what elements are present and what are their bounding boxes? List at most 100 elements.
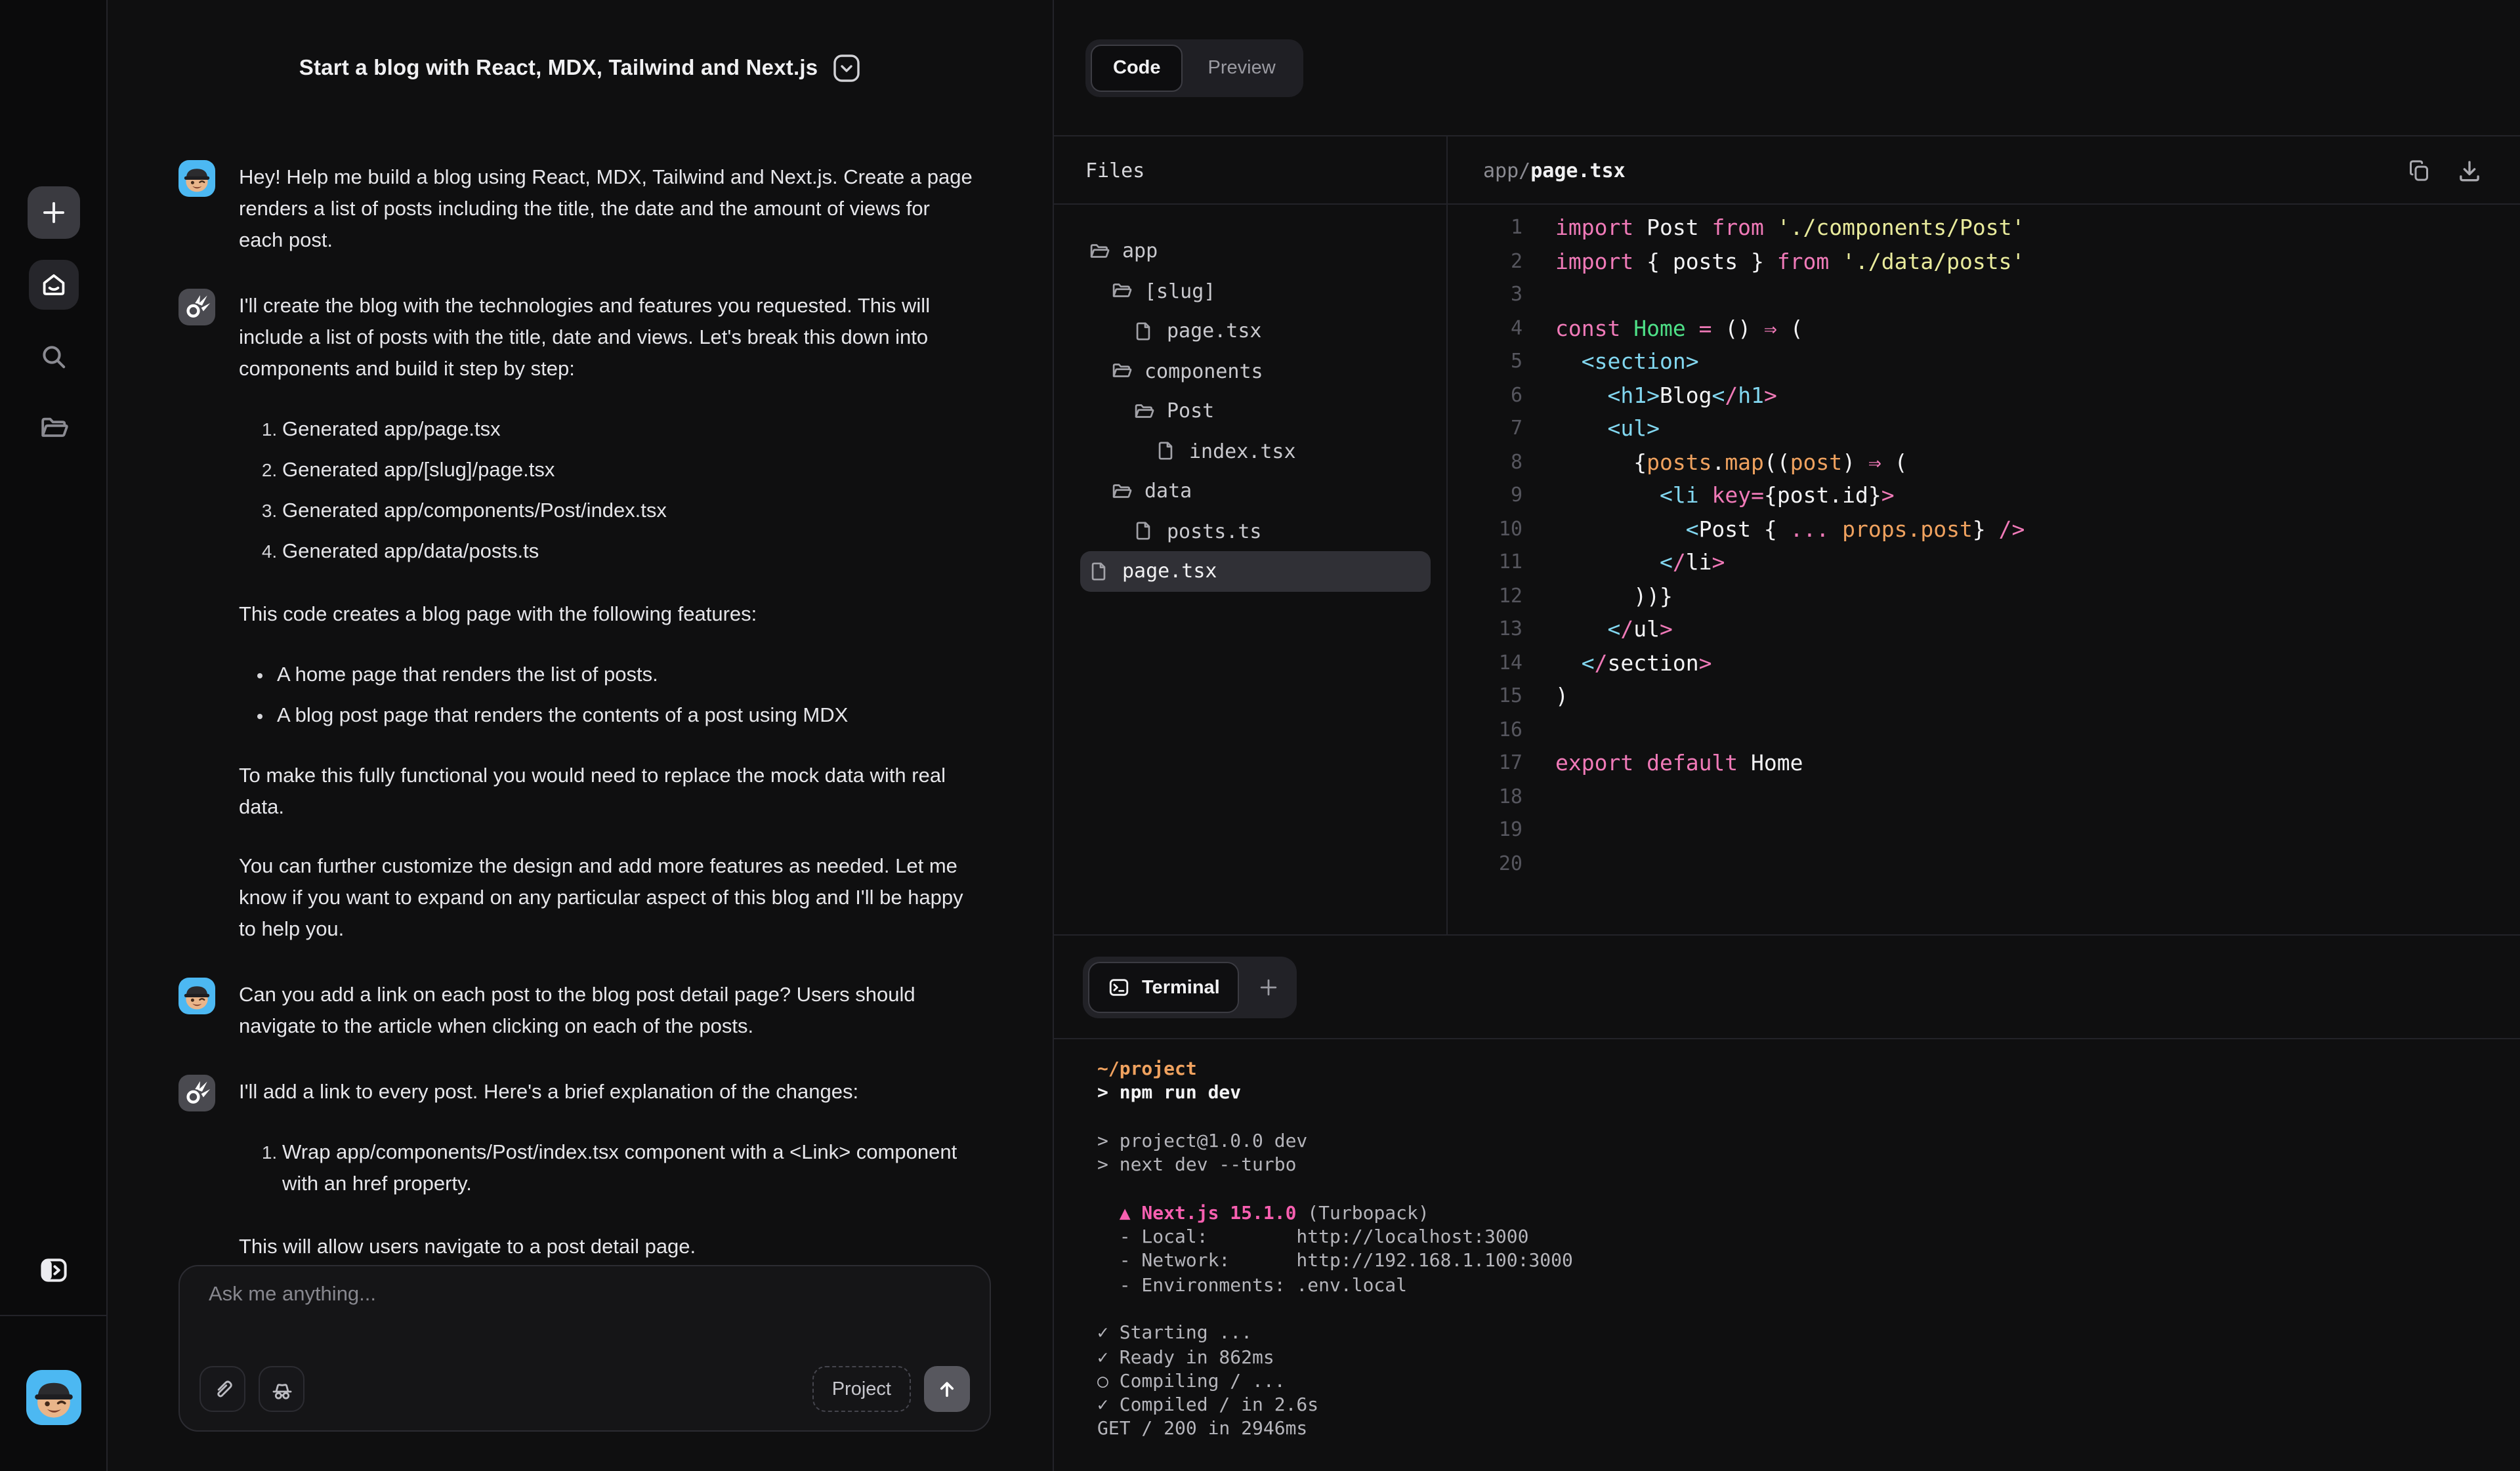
code-line: 15) (1446, 680, 2520, 713)
chevron-down-icon[interactable] (832, 52, 861, 84)
line-number: 16 (1446, 713, 1522, 747)
code-line: 5 <section> (1446, 345, 2520, 379)
tab-code[interactable]: Code (1091, 45, 1183, 92)
terminal-line: ✓ Ready in 862ms (1097, 1346, 2507, 1370)
code-line: 18 (1446, 780, 2520, 814)
terminal-line: ~/project (1097, 1058, 2507, 1082)
file-name: page.tsx (1167, 320, 1262, 343)
code-line: 9 <li key={post.id}> (1446, 479, 2520, 512)
code-editor[interactable]: 1import Post from './components/Post'2im… (1446, 205, 2520, 934)
message-paragraph: Hey! Help me build a blog using React, M… (239, 163, 974, 257)
agent-mode-button[interactable] (259, 1366, 304, 1412)
toggle-panel-button[interactable] (38, 1254, 70, 1286)
file-name: page.tsx (1122, 560, 1217, 583)
panel-toggle-icon (38, 1254, 70, 1286)
code-text: <h1>Blog</h1> (1522, 379, 1777, 412)
plus-icon (39, 198, 68, 227)
message-list: Hey! Help me build a blog using React, M… (108, 136, 1053, 1261)
download-icon (2456, 157, 2483, 184)
code-text: import Post from './components/Post' (1522, 211, 2025, 245)
code-line: 11 </li> (1446, 546, 2520, 579)
file-tree-item-index-tsx[interactable]: index.tsx (1080, 431, 1431, 471)
code-line: 1import Post from './components/Post' (1446, 211, 2520, 245)
new-chat-button[interactable] (28, 186, 80, 239)
code-text: {posts.map((post) ⇒ ( (1522, 445, 1908, 479)
file-tree-item-components[interactable]: components (1080, 351, 1431, 391)
assistant-avatar (178, 289, 215, 325)
code-text: </li> (1522, 546, 1725, 579)
terminal-output[interactable]: ~/project> npm run dev > project@1.0.0 d… (1097, 1058, 2507, 1471)
file-tree-item-post[interactable]: Post (1080, 391, 1431, 431)
line-number: 13 (1446, 613, 1522, 646)
file-tree-item--slug-[interactable]: [slug] (1080, 271, 1431, 311)
terminal-tabs: Terminal (1083, 957, 1297, 1018)
projects-folder-button[interactable] (38, 412, 70, 444)
memoji-avatar-icon (26, 1370, 81, 1425)
sidebar-divider (0, 1315, 106, 1316)
workspace-header: Code Preview (1054, 0, 2520, 136)
tab-preview[interactable]: Preview (1186, 45, 1298, 92)
file-name: posts.ts (1167, 520, 1262, 543)
file-tree-item-app[interactable]: app (1080, 231, 1431, 271)
user-avatar (178, 160, 215, 197)
line-number: 20 (1446, 847, 1522, 881)
line-number: 8 (1446, 445, 1522, 479)
message-content: Hey! Help me build a blog using React, M… (239, 160, 974, 257)
message-paragraph: To make this fully functional you would … (239, 761, 974, 824)
code-line: 16 (1446, 713, 2520, 747)
chat-message-user: Hey! Help me build a blog using React, M… (178, 160, 995, 257)
code-line: 6 <h1>Blog</h1> (1446, 379, 2520, 412)
terminal-line: - Network: http://192.168.1.100:3000 (1097, 1250, 2507, 1274)
terminal-line: ▲ Next.js 15.1.0 (Turbopack) (1097, 1202, 2507, 1226)
terminal-tab[interactable]: Terminal (1088, 962, 1240, 1013)
list-item: Generated app/page.tsx (282, 413, 974, 446)
search-icon (38, 341, 70, 373)
numbered-list: Wrap app/components/Post/index.tsx compo… (239, 1136, 974, 1201)
project-button[interactable]: Project (812, 1366, 911, 1412)
code-text: <li key={post.id}> (1522, 479, 1895, 512)
list-item: A home page that renders the list of pos… (277, 659, 974, 692)
code-line: 3 (1446, 278, 2520, 312)
chat-input[interactable] (209, 1283, 961, 1338)
code-text (1522, 780, 1568, 814)
add-terminal-button[interactable] (1245, 962, 1292, 1013)
file-tree-item-page-tsx[interactable]: page.tsx (1080, 551, 1431, 591)
file-tree-item-data[interactable]: data (1080, 471, 1431, 511)
line-number: 14 (1446, 646, 1522, 680)
chat-header: Start a blog with React, MDX, Tailwind a… (108, 0, 1053, 136)
terminal-line: > next dev --turbo (1097, 1153, 2507, 1178)
search-button[interactable] (38, 341, 70, 373)
code-text (1522, 278, 1568, 312)
user-avatar (178, 978, 215, 1014)
code-line: 14 </section> (1446, 646, 2520, 680)
file-tree-item-posts-ts[interactable]: posts.ts (1080, 511, 1431, 551)
line-number: 4 (1446, 312, 1522, 345)
message-paragraph: You can further customize the design and… (239, 852, 974, 946)
terminal-line (1097, 1106, 2507, 1130)
line-number: 17 (1446, 747, 1522, 780)
breadcrumb-dir: app/ (1483, 159, 1530, 182)
line-number: 11 (1446, 546, 1522, 579)
download-code-button[interactable] (2456, 157, 2483, 184)
code-line: 10 <Post { ... props.post} /> (1446, 512, 2520, 546)
line-number: 5 (1446, 345, 1522, 379)
code-text: <section> (1522, 345, 1699, 379)
terminal-line: - Environments: .env.local (1097, 1274, 2507, 1298)
code-text: </section> (1522, 646, 1712, 680)
account-avatar[interactable] (26, 1370, 81, 1425)
incognito-icon (268, 1376, 295, 1402)
home-button[interactable] (29, 260, 79, 310)
message-paragraph: I'll create the blog with the technologi… (239, 291, 974, 386)
plus-icon (1257, 976, 1280, 999)
files-panel-title: Files (1085, 136, 1144, 205)
code-text (1522, 814, 1568, 847)
copy-code-button[interactable] (2406, 157, 2432, 184)
terminal-line: ✓ Starting ... (1097, 1322, 2507, 1346)
chat-message-assistant: I'll create the blog with the technologi… (178, 289, 995, 946)
send-button[interactable] (924, 1366, 970, 1412)
file-tree-item-page-tsx[interactable]: page.tsx (1080, 311, 1431, 351)
attach-button[interactable] (200, 1366, 245, 1412)
message-paragraph: This will allow users navigate to a post… (239, 1232, 974, 1261)
chat-message-user: Can you add a link on each post to the b… (178, 978, 995, 1043)
workspace-subheader: Files app/page.tsx (1054, 136, 2520, 205)
